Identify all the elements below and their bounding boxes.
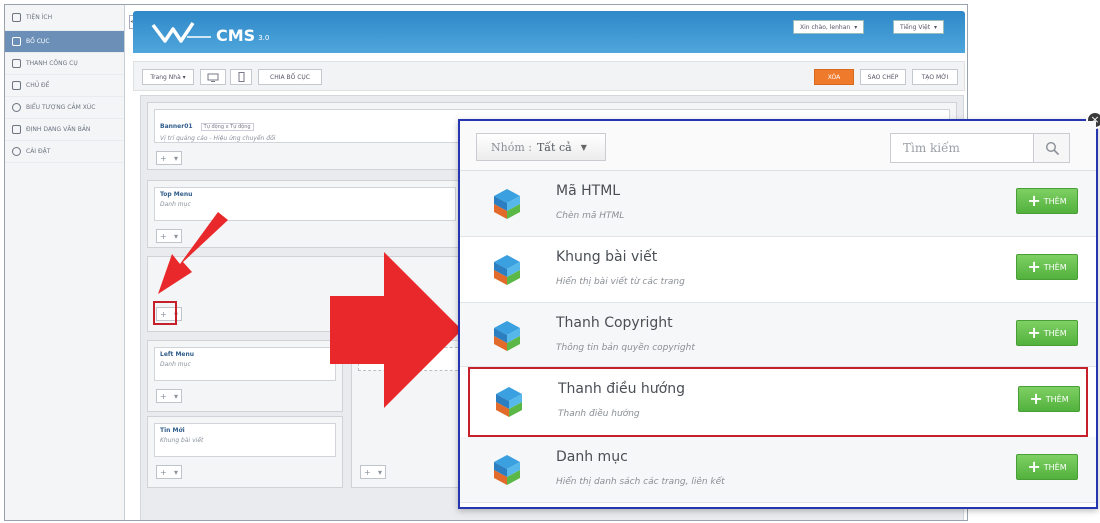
module-picker-dialog: × Nhóm : Tất cả ▼ Mã HTMLChèn mã HTML+TH…: [458, 111, 1100, 509]
module-description: Thanh điều hướng: [558, 409, 640, 419]
cube-module-icon: [494, 255, 520, 285]
module-title: Mã HTML: [556, 183, 621, 199]
group-label: Nhóm :: [491, 140, 532, 154]
add-module-button[interactable]: + THÊM: [1016, 188, 1078, 214]
caret-down-icon: ▼: [580, 142, 587, 152]
module-title: Danh mục: [556, 449, 628, 465]
module-row[interactable]: Thanh Copyright Thông tin bản quyền copyr…: [460, 303, 1096, 367]
module-row[interactable]: Mã HTML Chèn mã HTML + THÊM: [460, 171, 1096, 237]
search-icon: [1045, 141, 1059, 155]
screenshot-root: TIỆN ÍCH BỐ CỤC THANH CÔNG CỤ CHỦ ĐỀ BIỂ…: [0, 0, 1100, 523]
search-input[interactable]: [891, 134, 1033, 162]
add-button-label: THÊM: [1043, 196, 1067, 206]
module-description: Chèn mã HTML: [556, 211, 625, 221]
cube-module-icon: [494, 321, 520, 351]
group-filter-select[interactable]: Nhóm : Tất cả ▼: [476, 133, 606, 161]
search-button[interactable]: [1033, 134, 1069, 162]
module-title: Khung bài viết: [556, 249, 658, 265]
red-arrow-right-large: [330, 252, 462, 408]
add-button-label: THÊM: [1045, 394, 1069, 404]
module-title: Thanh điều hướng: [558, 381, 685, 397]
add-button-label: THÊM: [1043, 462, 1067, 472]
add-button-label: THÊM: [1043, 262, 1067, 272]
add-module-button[interactable]: + THÊM: [1016, 454, 1078, 480]
add-module-button[interactable]: + THÊM: [1016, 254, 1078, 280]
dialog-header: Nhóm : Tất cả ▼: [460, 121, 1096, 171]
module-row[interactable]: Khung bài viết Hiển thị bài viết từ các t…: [460, 237, 1096, 303]
module-row[interactable]: Thanh điều hướng Thanh điều hướng + THÊM: [468, 367, 1088, 437]
plus-icon: +: [1027, 323, 1041, 342]
add-button-label: THÊM: [1043, 328, 1067, 338]
add-module-button[interactable]: + THÊM: [1016, 320, 1078, 346]
group-value: Tất cả: [536, 140, 572, 154]
cube-module-icon: [494, 455, 520, 485]
module-title: Thanh Copyright: [556, 315, 673, 331]
cube-module-icon: [496, 387, 522, 417]
module-row[interactable]: Danh mục Hiển thị danh sách các trang, li…: [460, 437, 1096, 503]
plus-icon: +: [1027, 191, 1041, 210]
module-description: Hiển thị danh sách các trang, liên kết: [556, 477, 725, 487]
add-module-button[interactable]: + THÊM: [1018, 386, 1080, 412]
plus-icon: +: [1027, 257, 1041, 276]
module-description: Thông tin bản quyền copyright: [556, 343, 695, 353]
plus-icon: +: [1029, 389, 1043, 408]
red-arrow-down-left: [158, 212, 228, 294]
plus-icon: +: [1027, 457, 1041, 476]
search-box: [890, 133, 1070, 163]
module-description: Hiển thị bài viết từ các trang: [556, 277, 685, 287]
cube-module-icon: [494, 189, 520, 219]
